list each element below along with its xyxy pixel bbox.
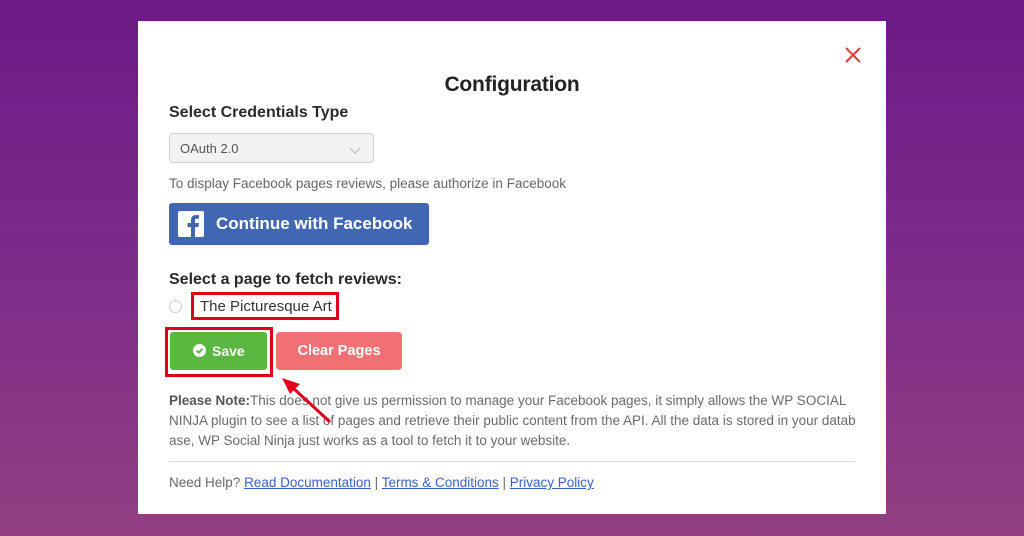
separator: | <box>502 475 507 490</box>
credentials-type-label: Select Credentials Type <box>169 104 349 121</box>
credentials-type-value: OAuth 2.0 <box>180 141 239 156</box>
terms-conditions-link[interactable]: Terms & Conditions <box>382 475 499 490</box>
page-radio[interactable] <box>169 300 182 313</box>
configuration-modal: Configuration Select Credentials Type OA… <box>138 21 886 514</box>
select-page-label: Select a page to fetch reviews: <box>169 271 402 288</box>
note-text: This does not give us permission to mana… <box>169 393 856 448</box>
chevron-down-icon <box>349 143 361 158</box>
privacy-policy-link[interactable]: Privacy Policy <box>510 475 594 490</box>
continue-with-facebook-button[interactable]: Continue with Facebook <box>169 203 429 245</box>
facebook-button-label: Continue with Facebook <box>216 214 413 233</box>
help-prefix: Need Help? <box>169 475 241 490</box>
help-footer: Need Help? Read Documentation | Terms & … <box>169 475 594 490</box>
read-documentation-link[interactable]: Read Documentation <box>244 475 371 490</box>
save-button[interactable]: Save <box>170 332 267 370</box>
page-option-picturesque-art[interactable]: The Picturesque Art <box>191 292 339 320</box>
save-button-label: Save <box>212 343 245 359</box>
credentials-type-select[interactable]: OAuth 2.0 <box>169 133 374 163</box>
modal-title: Configuration <box>444 73 580 96</box>
divider <box>169 461 855 462</box>
check-circle-icon <box>193 344 206 362</box>
page-option-label: The Picturesque Art <box>200 298 332 315</box>
note-prefix: Please Note: <box>169 393 251 408</box>
authorize-hint: To display Facebook pages reviews, pleas… <box>169 176 566 191</box>
clear-pages-button[interactable]: Clear Pages <box>276 332 402 370</box>
separator: | <box>374 475 379 490</box>
facebook-logo-icon <box>178 211 204 237</box>
close-icon[interactable] <box>844 46 862 64</box>
please-note: Please Note:This does not give us permis… <box>169 391 859 451</box>
